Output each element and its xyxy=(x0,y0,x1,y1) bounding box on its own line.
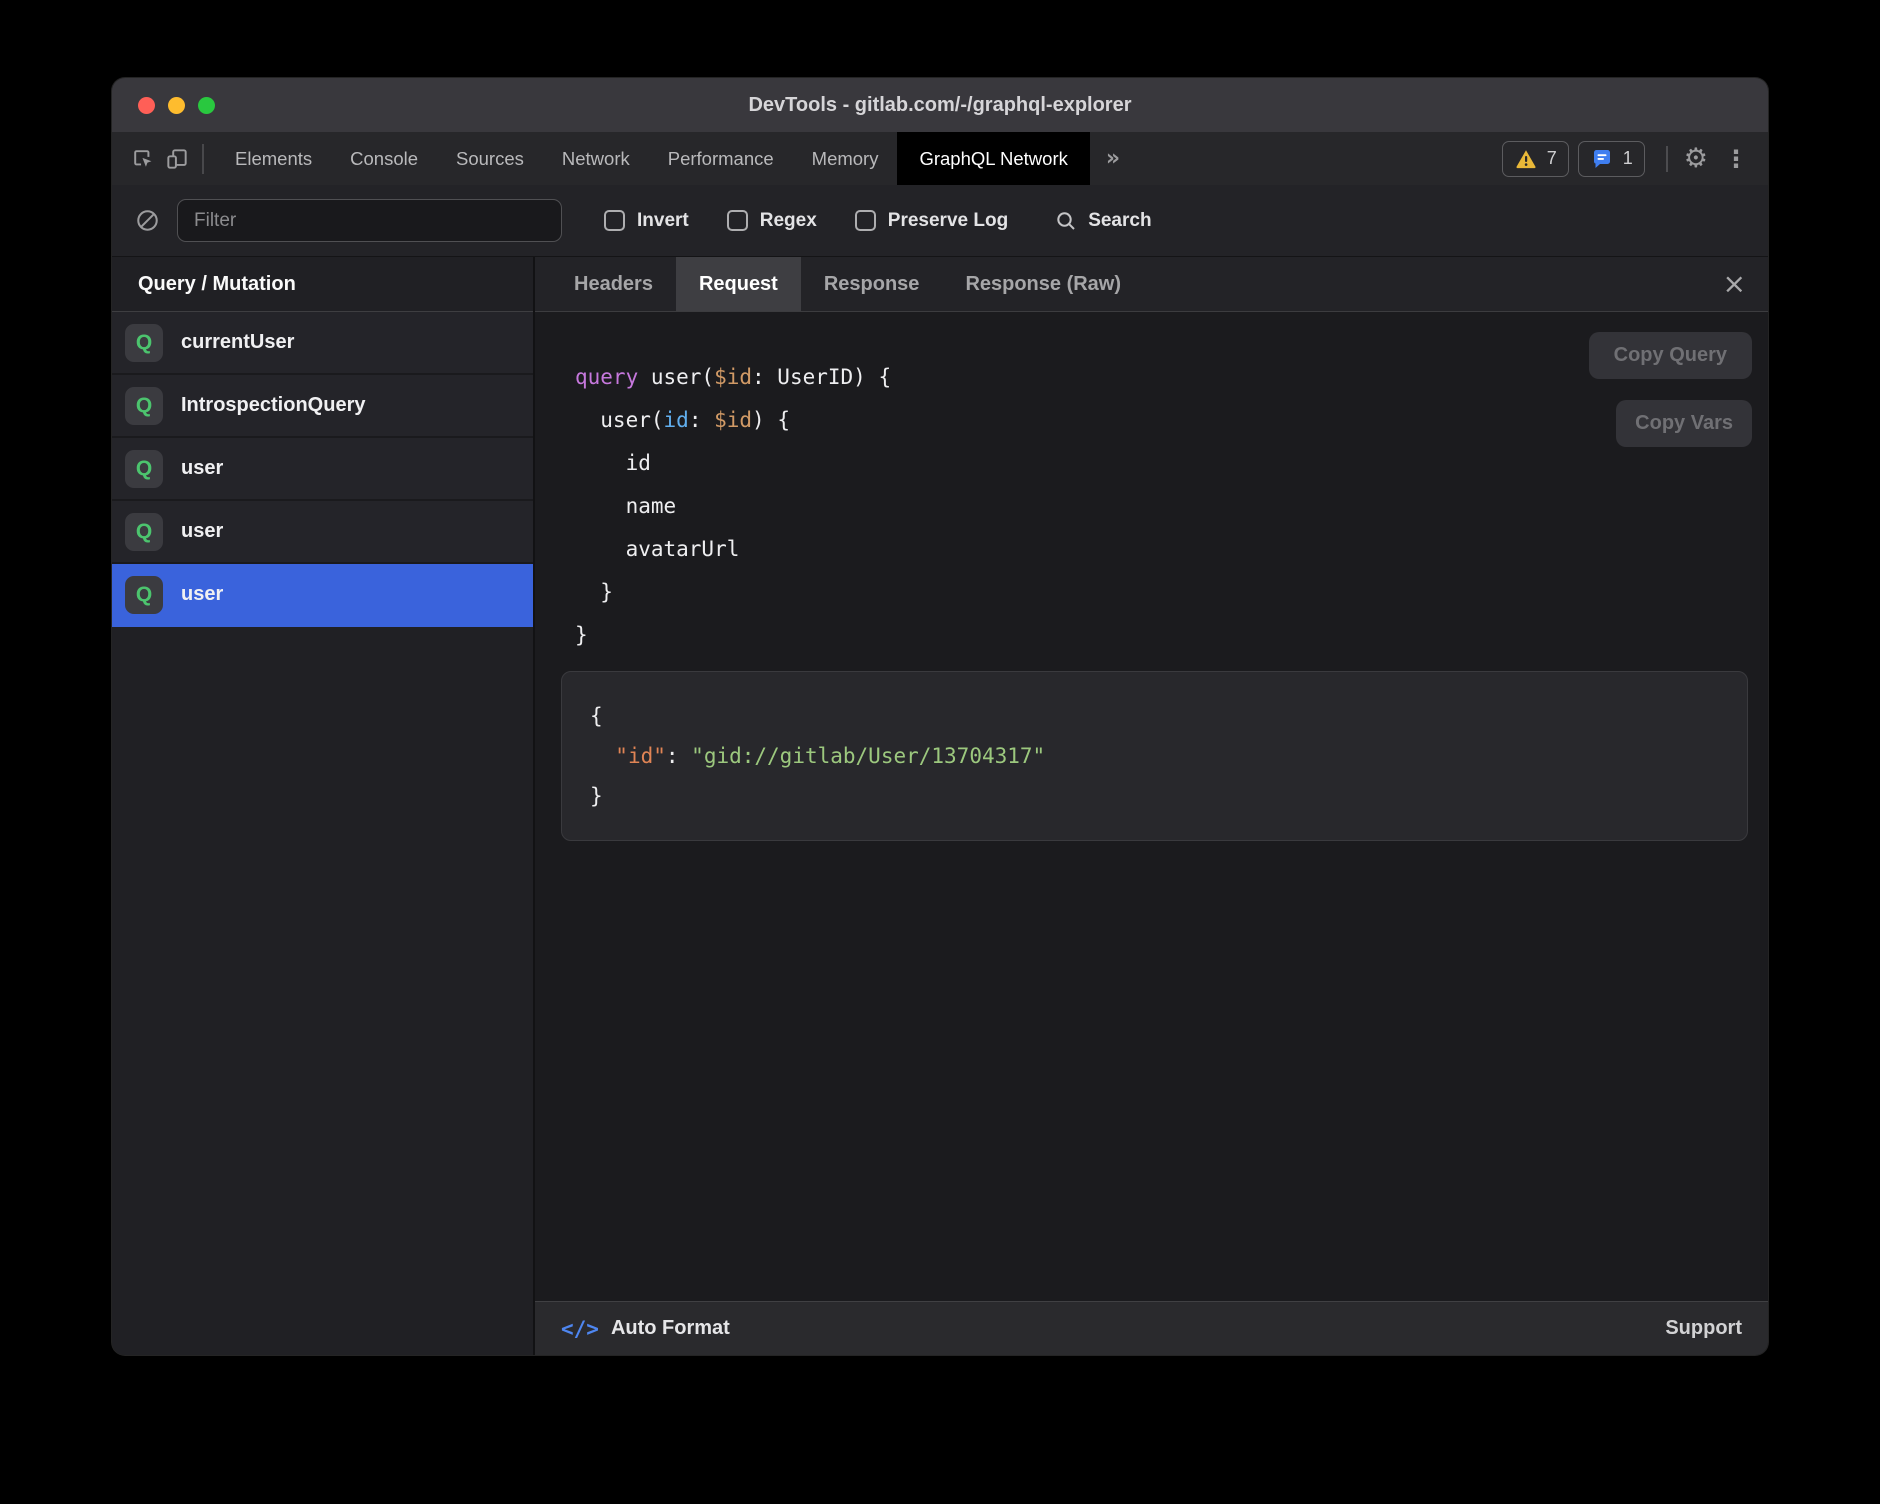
query-list-item-currentuser-0[interactable]: QcurrentUser xyxy=(112,312,533,375)
tab-sources[interactable]: Sources xyxy=(437,132,543,185)
window-title: DevTools - gitlab.com/-/graphql-explorer xyxy=(112,94,1768,117)
filter-toolbar: Invert Regex Preserve Log Search xyxy=(112,185,1768,257)
inspect-element-icon[interactable] xyxy=(126,142,160,176)
code-line: user(id: $id) { xyxy=(575,399,1768,442)
titlebar: DevTools - gitlab.com/-/graphql-explorer xyxy=(112,78,1768,132)
invert-checkbox-box[interactable] xyxy=(604,210,625,231)
var-line: { xyxy=(590,696,1719,736)
devtools-window: DevTools - gitlab.com/-/graphql-explorer… xyxy=(112,78,1768,1355)
query-list-item-user-4[interactable]: Quser xyxy=(112,564,533,627)
regex-checkbox[interactable]: Regex xyxy=(727,210,817,232)
invert-checkbox[interactable]: Invert xyxy=(604,210,689,232)
tab-elements[interactable]: Elements xyxy=(216,132,331,185)
query-name: user xyxy=(181,520,223,543)
query-name: IntrospectionQuery xyxy=(181,394,365,417)
detail-tab-response-raw[interactable]: Response (Raw) xyxy=(942,257,1144,311)
detail-tab-request[interactable]: Request xyxy=(676,257,801,311)
request-body: query user($id: UserID) { user(id: $id) … xyxy=(535,312,1768,1301)
copy-query-button[interactable]: Copy Query xyxy=(1589,332,1752,379)
search-icon xyxy=(1054,209,1078,233)
query-type-badge: Q xyxy=(125,450,163,488)
detail-tab-headers[interactable]: Headers xyxy=(551,257,676,311)
query-list-header: Query / Mutation xyxy=(112,257,533,312)
auto-format-button[interactable]: Auto Format xyxy=(611,1317,730,1340)
kebab-menu-icon[interactable]: ⋮ xyxy=(1720,145,1768,173)
tabbar-divider xyxy=(202,144,204,174)
tab-network[interactable]: Network xyxy=(543,132,649,185)
query-type-badge: Q xyxy=(125,513,163,551)
regex-checkbox-box[interactable] xyxy=(727,210,748,231)
warning-triangle-icon xyxy=(1514,147,1538,171)
query-list: QcurrentUserQIntrospectionQueryQuserQuse… xyxy=(112,312,533,627)
query-list-item-user-2[interactable]: Quser xyxy=(112,438,533,501)
var-line: "id": "gid://gitlab/User/13704317" xyxy=(590,736,1719,776)
invert-checkbox-label: Invert xyxy=(637,210,689,232)
tab-performance[interactable]: Performance xyxy=(649,132,793,185)
settings-gear-icon[interactable]: ⚙ xyxy=(1680,143,1720,174)
tab-memory[interactable]: Memory xyxy=(793,132,898,185)
maximize-window-button[interactable] xyxy=(198,97,215,114)
auto-format-icon: </> xyxy=(561,1317,599,1341)
tab-graphql-network[interactable]: GraphQL Network xyxy=(897,132,1089,185)
search-label: Search xyxy=(1088,210,1151,232)
more-tabs-icon[interactable]: » xyxy=(1090,146,1136,171)
preserve-log-checkbox-box[interactable] xyxy=(855,210,876,231)
close-panel-icon[interactable]: × xyxy=(1701,270,1768,298)
warning-count: 7 xyxy=(1547,148,1557,169)
devtools-tabs: ElementsConsoleSourcesNetworkPerformance… xyxy=(216,132,1090,185)
query-type-badge: Q xyxy=(125,324,163,362)
query-list-item-introspectionquery-1[interactable]: Q IntrospectionQuery xyxy=(112,375,533,438)
code-line: avatarUrl xyxy=(575,528,1768,571)
query-type-badge: Q xyxy=(125,387,163,425)
filter-input[interactable] xyxy=(177,199,562,242)
close-window-button[interactable] xyxy=(138,97,155,114)
code-line: } xyxy=(575,571,1768,614)
detail-tab-response[interactable]: Response xyxy=(801,257,943,311)
devtools-tabbar: ElementsConsoleSourcesNetworkPerformance… xyxy=(112,132,1768,185)
clear-filter-icon[interactable] xyxy=(134,207,161,234)
request-detail-panel: HeadersRequestResponseResponse (Raw) × q… xyxy=(535,257,1768,1355)
graphql-query-code: query user($id: UserID) { user(id: $id) … xyxy=(535,312,1768,657)
query-list-item-user-3[interactable]: Quser xyxy=(112,501,533,564)
query-sidebar: Query / Mutation QcurrentUserQIntrospect… xyxy=(112,257,535,1355)
search-control[interactable]: Search xyxy=(1054,209,1151,233)
query-name: currentUser xyxy=(181,331,294,354)
query-name: user xyxy=(181,457,223,480)
message-bubble-icon xyxy=(1590,147,1614,171)
support-link[interactable]: Support xyxy=(1665,1317,1742,1340)
preserve-log-checkbox-label: Preserve Log xyxy=(888,210,1008,232)
variables-box: { "id": "gid://gitlab/User/13704317"} xyxy=(561,671,1748,841)
tab-console[interactable]: Console xyxy=(331,132,437,185)
query-name: user xyxy=(181,583,223,606)
var-line: } xyxy=(590,776,1719,816)
code-line: id xyxy=(575,442,1768,485)
minimize-window-button[interactable] xyxy=(168,97,185,114)
detail-footer: </> Auto Format Support xyxy=(535,1301,1768,1355)
issue-count: 1 xyxy=(1623,148,1633,169)
filter-checkboxes: Invert Regex Preserve Log xyxy=(604,210,1008,232)
copy-vars-button[interactable]: Copy Vars xyxy=(1616,400,1752,447)
traffic-lights xyxy=(138,78,215,132)
code-line: name xyxy=(575,485,1768,528)
device-toolbar-icon[interactable] xyxy=(160,142,194,176)
main-split: Query / Mutation QcurrentUserQIntrospect… xyxy=(112,257,1768,1355)
preserve-log-checkbox[interactable]: Preserve Log xyxy=(855,210,1008,232)
query-type-badge: Q xyxy=(125,576,163,614)
detail-tabbar: HeadersRequestResponseResponse (Raw) × xyxy=(535,257,1768,312)
badge-divider xyxy=(1666,146,1668,172)
regex-checkbox-label: Regex xyxy=(760,210,817,232)
warnings-badge[interactable]: 7 xyxy=(1502,141,1569,177)
code-line: } xyxy=(575,614,1768,657)
issues-badge[interactable]: 1 xyxy=(1578,141,1645,177)
